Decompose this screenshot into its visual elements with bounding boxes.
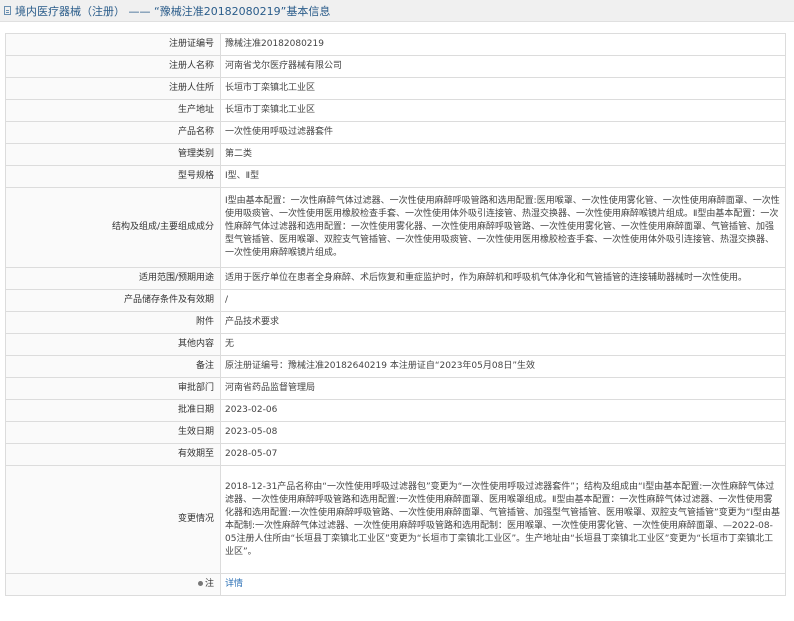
info-table: 注册证编号 豫械注准20182080219 注册人名称 河南省戈尔医疗器械有限公… <box>5 33 786 596</box>
field-label: 生效日期 <box>5 421 221 444</box>
table-row: 注册证编号 豫械注准20182080219 <box>5 33 786 56</box>
table-row: 审批部门 河南省药品监督管理局 <box>5 377 786 400</box>
table-row: 注册人名称 河南省戈尔医疗器械有限公司 <box>5 55 786 78</box>
field-label: 生产地址 <box>5 99 221 122</box>
field-value: 2023-02-06 <box>220 399 786 422</box>
field-label: 注册证编号 <box>5 33 221 56</box>
table-row: 产品储存条件及有效期 / <box>5 289 786 312</box>
table-row: 产品名称 一次性使用呼吸过滤器套件 <box>5 121 786 144</box>
page-header: 境内医疗器械（注册） —— “豫械注准20182080219”基本信息 <box>0 0 794 22</box>
note-label: 注 <box>204 579 214 589</box>
field-value: 适用于医疗单位在患者全身麻醉、术后恢复和重症监护时，作为麻醉机和呼吸机气体净化和… <box>220 267 786 290</box>
field-value: 一次性使用呼吸过滤器套件 <box>220 121 786 144</box>
field-value: 2023-05-08 <box>220 421 786 444</box>
field-label: 变更情况 <box>5 465 221 574</box>
field-label: 附件 <box>5 311 221 334</box>
table-row: 生效日期 2023-05-08 <box>5 421 786 444</box>
field-value: 产品技术要求 <box>220 311 786 334</box>
field-value: 第二类 <box>220 143 786 166</box>
field-label: 注册人住所 <box>5 77 221 100</box>
table-row: 注 详情 <box>5 573 786 596</box>
table-row: 注册人住所 长垣市丁栾镇北工业区 <box>5 77 786 100</box>
table-row: 备注 原注册证编号：豫械注准20182640219 本注册证自“2023年05月… <box>5 355 786 378</box>
field-value: 河南省戈尔医疗器械有限公司 <box>220 55 786 78</box>
field-value: 长垣市丁栾镇北工业区 <box>220 77 786 100</box>
table-row: 适用范围/预期用途 适用于医疗单位在患者全身麻醉、术后恢复和重症监护时，作为麻醉… <box>5 267 786 290</box>
field-label: 其他内容 <box>5 333 221 356</box>
field-label: 型号规格 <box>5 165 221 188</box>
details-link[interactable]: 详情 <box>225 579 243 589</box>
field-value: 无 <box>220 333 786 356</box>
field-value: 长垣市丁栾镇北工业区 <box>220 99 786 122</box>
field-label: 有效期至 <box>5 443 221 466</box>
table-row: 有效期至 2028-05-07 <box>5 443 786 466</box>
table-row: 变更情况 2018-12-31产品名称由“一次性使用呼吸过滤器包”变更为“一次性… <box>5 465 786 574</box>
field-label: 审批部门 <box>5 377 221 400</box>
note-icon <box>197 581 203 586</box>
field-label: 适用范围/预期用途 <box>5 267 221 290</box>
field-label: 产品名称 <box>5 121 221 144</box>
field-label: 注册人名称 <box>5 55 221 78</box>
table-row: 型号规格 Ⅰ型、Ⅱ型 <box>5 165 786 188</box>
info-table-wrapper: 注册证编号 豫械注准20182080219 注册人名称 河南省戈尔医疗器械有限公… <box>5 33 786 596</box>
table-row: 管理类别 第二类 <box>5 143 786 166</box>
field-label: 结构及组成/主要组成成分 <box>5 187 221 268</box>
table-row: 其他内容 无 <box>5 333 786 356</box>
field-value: 2018-12-31产品名称由“一次性使用呼吸过滤器包”变更为“一次性使用呼吸过… <box>220 465 786 574</box>
field-label: 产品储存条件及有效期 <box>5 289 221 312</box>
field-value: 豫械注准20182080219 <box>220 33 786 56</box>
document-icon <box>4 6 11 15</box>
field-value: 2028-05-07 <box>220 443 786 466</box>
field-label: 批准日期 <box>5 399 221 422</box>
note-value-cell: 详情 <box>220 573 786 596</box>
field-value: / <box>220 289 786 312</box>
table-row: 结构及组成/主要组成成分 Ⅰ型由基本配置：一次性麻醉气体过滤器、一次性使用麻醉呼… <box>5 187 786 268</box>
field-label: 管理类别 <box>5 143 221 166</box>
table-row: 生产地址 长垣市丁栾镇北工业区 <box>5 99 786 122</box>
field-value: Ⅰ型由基本配置：一次性麻醉气体过滤器、一次性使用麻醉呼吸管路和选用配置:医用喉罩… <box>220 187 786 268</box>
note-label-cell: 注 <box>5 573 221 596</box>
page-title: 境内医疗器械（注册） —— “豫械注准20182080219”基本信息 <box>15 4 331 18</box>
field-value: Ⅰ型、Ⅱ型 <box>220 165 786 188</box>
table-row: 附件 产品技术要求 <box>5 311 786 334</box>
field-value: 原注册证编号：豫械注准20182640219 本注册证自“2023年05月08日… <box>220 355 786 378</box>
table-row: 批准日期 2023-02-06 <box>5 399 786 422</box>
field-value: 河南省药品监督管理局 <box>220 377 786 400</box>
field-label: 备注 <box>5 355 221 378</box>
